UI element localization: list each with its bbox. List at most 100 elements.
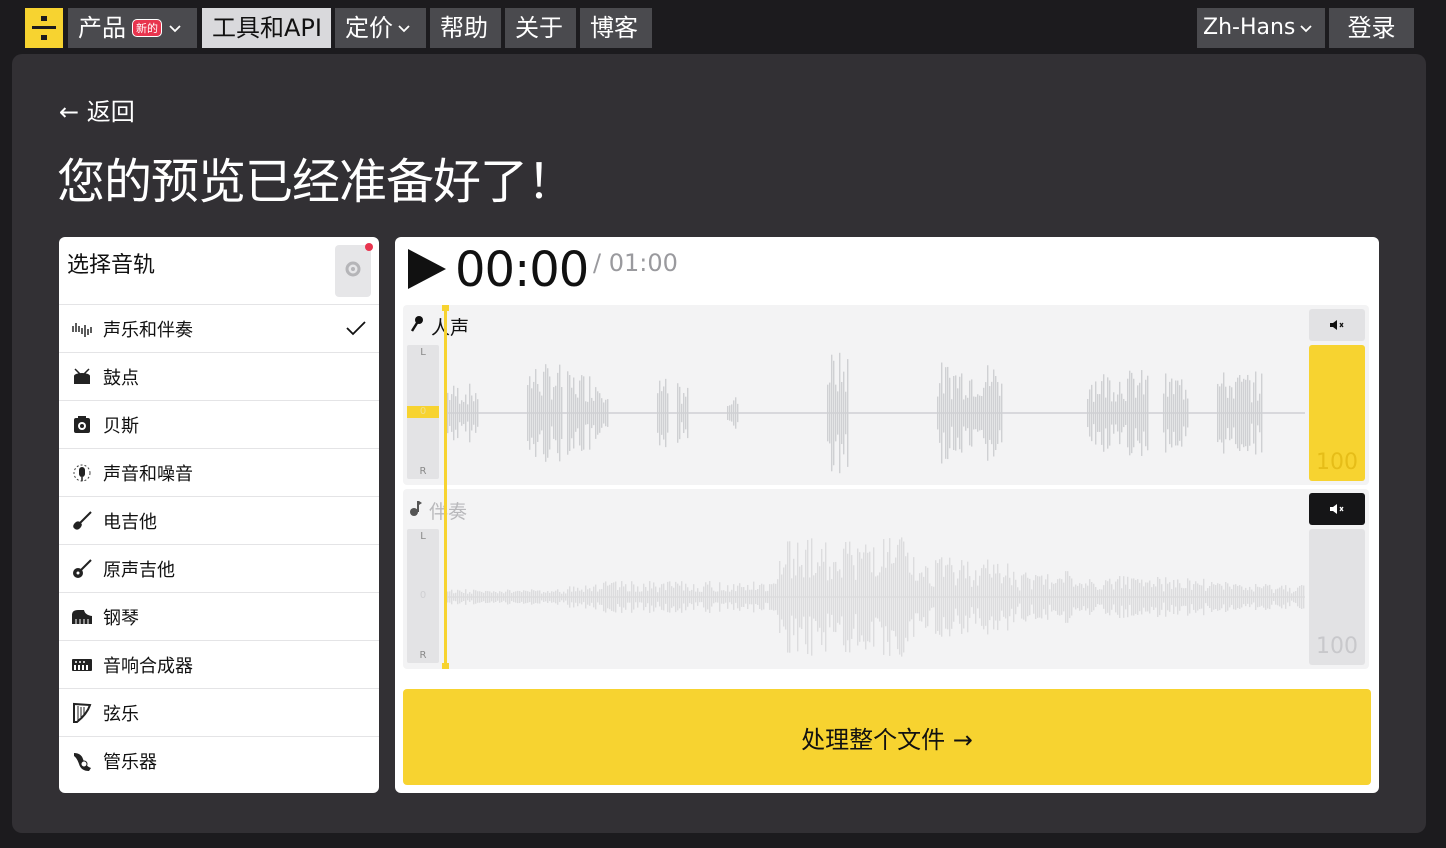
play-icon bbox=[406, 249, 448, 295]
back-link[interactable]: ← 返回 bbox=[59, 92, 135, 127]
playhead[interactable] bbox=[442, 305, 449, 669]
track-item-label: 鼓点 bbox=[103, 367, 139, 389]
lane-label-text: 伴奏 bbox=[429, 501, 468, 523]
track-item-drums[interactable]: 鼓点 bbox=[59, 352, 379, 400]
track-item-label: 音响合成器 bbox=[103, 655, 193, 677]
track-selector-header: 选择音轨 bbox=[59, 237, 379, 304]
pan-left-label: L bbox=[420, 347, 426, 358]
microphone-icon bbox=[71, 462, 93, 484]
nav-help[interactable]: 帮助 bbox=[430, 8, 501, 48]
nav-products-label: 产品 bbox=[78, 14, 126, 42]
track-item-piano[interactable]: 钢琴 bbox=[59, 592, 379, 640]
harp-icon bbox=[71, 702, 93, 724]
pan-right-label: R bbox=[419, 650, 427, 661]
top-nav: 产品 新的 工具和API 定价 帮助 关于 博客 Zh-Hans 登录 bbox=[0, 0, 1446, 54]
nav-about-label: 关于 bbox=[515, 14, 563, 42]
track-item-label: 弦乐 bbox=[103, 703, 139, 725]
current-time: 00:00 bbox=[455, 242, 589, 298]
track-lane-accompaniment: 伴奏 L 0 R 100 bbox=[403, 489, 1369, 669]
mute-button[interactable] bbox=[1309, 493, 1365, 525]
total-time: / 01:00 bbox=[593, 249, 678, 277]
logo[interactable] bbox=[25, 8, 63, 48]
horn-icon bbox=[71, 750, 93, 772]
track-item-label: 原声吉他 bbox=[103, 559, 175, 581]
lane-label: 伴奏 bbox=[409, 497, 467, 524]
track-item-label: 管乐器 bbox=[103, 751, 157, 773]
track-item-bass[interactable]: 贝斯 bbox=[59, 400, 379, 448]
lane-label: 人声 bbox=[409, 313, 469, 340]
track-selector-title: 选择音轨 bbox=[67, 253, 156, 278]
notification-dot bbox=[365, 243, 373, 251]
nav-tools[interactable]: 工具和API bbox=[202, 8, 331, 48]
track-item-wind[interactable]: 管乐器 bbox=[59, 736, 379, 784]
page-title: 您的预览已经准备好了！ bbox=[57, 154, 575, 210]
pan-slider[interactable]: L 0 R bbox=[407, 529, 439, 663]
mute-button[interactable] bbox=[1309, 309, 1365, 341]
main-panel: ← 返回 您的预览已经准备好了！ 选择音轨 声乐和伴奏 鼓点 贝斯 声音和噪音 … bbox=[12, 54, 1426, 833]
volume-slider[interactable]: 100 bbox=[1309, 529, 1365, 665]
logo-bar bbox=[32, 26, 56, 29]
electric-guitar-icon bbox=[71, 510, 93, 532]
lane-label-text: 人声 bbox=[431, 317, 470, 339]
track-item-label: 电吉他 bbox=[103, 511, 157, 533]
process-full-file-button[interactable]: 处理整个文件 → bbox=[403, 689, 1371, 785]
gear-icon bbox=[344, 260, 362, 282]
login-label: 登录 bbox=[1347, 14, 1396, 42]
piano-icon bbox=[71, 606, 93, 628]
track-lane-vocals: 人声 L 0 R 100 bbox=[403, 305, 1369, 485]
process-button-label: 处理整个文件 → bbox=[801, 725, 973, 754]
track-item-synthesizer[interactable]: 音响合成器 bbox=[59, 640, 379, 688]
check-icon bbox=[345, 319, 367, 341]
waveform-vocals bbox=[447, 352, 1305, 474]
new-badge: 新的 bbox=[132, 19, 162, 37]
speaker-mute-icon bbox=[1329, 316, 1345, 335]
nav-pricing[interactable]: 定价 bbox=[335, 8, 426, 48]
acoustic-guitar-icon bbox=[71, 558, 93, 580]
language-label: Zh-Hans bbox=[1203, 15, 1296, 40]
chevron-down-icon bbox=[168, 21, 182, 35]
track-item-electric-guitar[interactable]: 电吉他 bbox=[59, 496, 379, 544]
pan-right-label: R bbox=[419, 466, 427, 477]
logo-dot-top bbox=[41, 16, 47, 21]
waveform-icon bbox=[71, 318, 93, 340]
play-button[interactable] bbox=[406, 247, 448, 291]
nav-help-label: 帮助 bbox=[440, 14, 488, 42]
volume-value: 100 bbox=[1316, 634, 1358, 659]
pan-center-label: 0 bbox=[419, 590, 427, 601]
nav-about[interactable]: 关于 bbox=[505, 8, 576, 48]
microphone-icon bbox=[409, 315, 425, 338]
synthesizer-icon bbox=[71, 654, 93, 676]
chevron-down-icon bbox=[397, 21, 411, 35]
track-item-voice-noise[interactable]: 声音和噪音 bbox=[59, 448, 379, 496]
nav-tools-label: 工具和API bbox=[212, 14, 322, 42]
track-item-label: 贝斯 bbox=[103, 415, 139, 437]
track-item-strings[interactable]: 弦乐 bbox=[59, 688, 379, 736]
track-item-label: 声乐和伴奏 bbox=[103, 319, 193, 341]
music-note-icon bbox=[409, 499, 423, 522]
drum-icon bbox=[71, 366, 93, 388]
audio-player: 00:00 / 01:00 人声 L 0 R 100 伴奏 L 0 R 100 … bbox=[395, 237, 1379, 793]
pan-left-label: L bbox=[420, 531, 426, 542]
nav-blog-label: 博客 bbox=[590, 14, 638, 42]
track-item-vocals-accompaniment[interactable]: 声乐和伴奏 bbox=[59, 304, 379, 352]
pan-slider[interactable]: L 0 R bbox=[407, 345, 439, 479]
bass-amp-icon bbox=[71, 414, 93, 436]
volume-value: 100 bbox=[1316, 450, 1358, 475]
volume-slider[interactable]: 100 bbox=[1309, 345, 1365, 481]
nav-blog[interactable]: 博客 bbox=[580, 8, 652, 48]
track-item-label: 钢琴 bbox=[103, 607, 139, 629]
logo-dot-bottom bbox=[41, 35, 47, 40]
waveform-accompaniment bbox=[447, 537, 1305, 657]
settings-button[interactable] bbox=[335, 243, 373, 297]
back-label: ← 返回 bbox=[59, 98, 135, 126]
track-item-label: 声音和噪音 bbox=[103, 463, 193, 485]
nav-products[interactable]: 产品 新的 bbox=[68, 8, 197, 48]
chevron-down-icon bbox=[1299, 21, 1313, 35]
track-selector: 选择音轨 声乐和伴奏 鼓点 贝斯 声音和噪音 电吉他 原声吉他 钢琴 音响合成器… bbox=[59, 237, 379, 793]
language-select[interactable]: Zh-Hans bbox=[1197, 8, 1325, 48]
track-item-acoustic-guitar[interactable]: 原声吉他 bbox=[59, 544, 379, 592]
login-button[interactable]: 登录 bbox=[1329, 8, 1414, 48]
speaker-mute-icon bbox=[1329, 500, 1345, 519]
nav-pricing-label: 定价 bbox=[345, 14, 393, 42]
pan-center-label: 0 bbox=[407, 406, 439, 418]
